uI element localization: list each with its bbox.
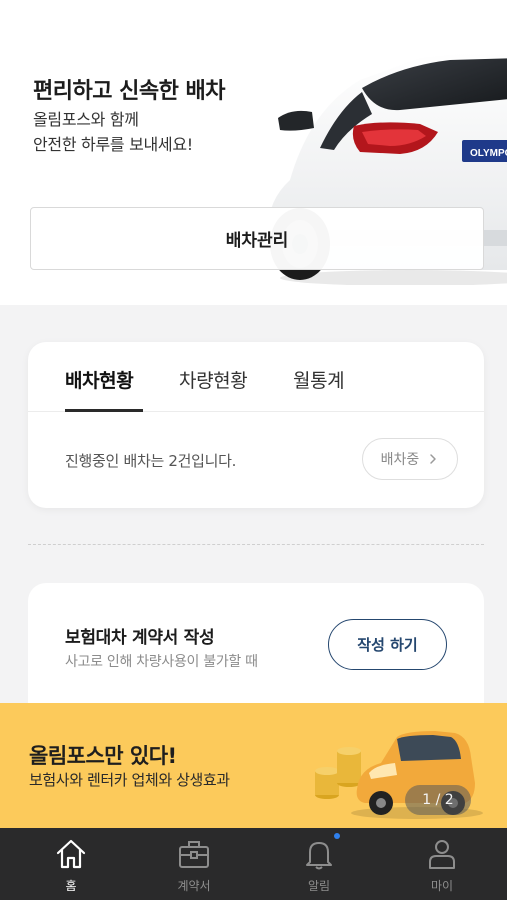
bottom-navigation: 홈 계약서 알림 마이 xyxy=(0,828,507,900)
briefcase-icon xyxy=(179,841,209,868)
tab-monthly-stats[interactable]: 월통계 xyxy=(293,366,345,393)
promo-banner[interactable]: 올림포스만 있다! 보험사와 렌터카 업체와 상생효과 1 / 2 xyxy=(0,703,507,828)
contract-subtitle: 사고로 인해 차량사용이 불가할 때 xyxy=(65,654,258,670)
nav-item-my[interactable]: 마이 xyxy=(379,828,505,900)
bell-icon xyxy=(306,842,332,870)
dashed-divider xyxy=(28,544,484,545)
status-tabs: 배차현황 차량현황 월통계 xyxy=(28,342,484,412)
write-contract-button[interactable]: 작성 하기 xyxy=(328,619,447,670)
dispatching-button[interactable]: 배차중 xyxy=(362,438,458,480)
insurance-contract-card: 보험대차 계약서 작성 사고로 인해 차량사용이 불가할 때 작성 하기 xyxy=(28,583,484,713)
nav-label-notifications: 알림 xyxy=(307,879,331,893)
banner-subtitle: 보험사와 렌터카 업체와 상생효과 xyxy=(29,771,230,789)
nav-item-home[interactable]: 홈 xyxy=(8,828,134,900)
banner-page-indicator[interactable]: 1 / 2 xyxy=(405,785,471,815)
hero-subtitle-line-2: 안전한 하루를 보내세요! xyxy=(33,135,193,154)
dispatching-button-label: 배차중 xyxy=(380,452,420,468)
hero-section: OLYMPO 편리하고 신속한 배차 올림포스와 함께 안전한 하루를 보내세요… xyxy=(0,0,507,305)
dispatch-management-button[interactable]: 배차관리 xyxy=(30,207,484,270)
dispatch-count-message: 진행중인 배차는 2건입니다. xyxy=(65,452,237,470)
contract-title: 보험대차 계약서 작성 xyxy=(65,628,215,648)
notification-badge xyxy=(334,833,340,839)
tab-vehicle-status[interactable]: 차량현황 xyxy=(179,366,248,393)
hero-title: 편리하고 신속한 배차 xyxy=(33,79,225,104)
nav-item-contracts[interactable]: 계약서 xyxy=(131,828,257,900)
hero-subtitle-line-1: 올림포스와 함께 xyxy=(33,110,139,129)
tab-dispatch-status[interactable]: 배차현황 xyxy=(65,366,134,393)
person-icon xyxy=(429,840,455,869)
nav-label-my: 마이 xyxy=(430,879,454,893)
nav-item-notifications[interactable]: 알림 xyxy=(256,828,382,900)
nav-label-contracts: 계약서 xyxy=(177,879,211,893)
active-tab-indicator xyxy=(65,409,143,412)
banner-title: 올림포스만 있다! xyxy=(29,744,177,768)
license-plate-text: OLYMPO xyxy=(470,148,507,159)
dispatch-status-card: 배차현황 차량현황 월통계 진행중인 배차는 2건입니다. 배차중 xyxy=(28,342,484,508)
coin-stack-icon xyxy=(315,747,361,799)
chevron-right-icon xyxy=(430,454,437,464)
nav-label-home: 홈 xyxy=(65,879,77,893)
home-icon xyxy=(56,839,86,869)
